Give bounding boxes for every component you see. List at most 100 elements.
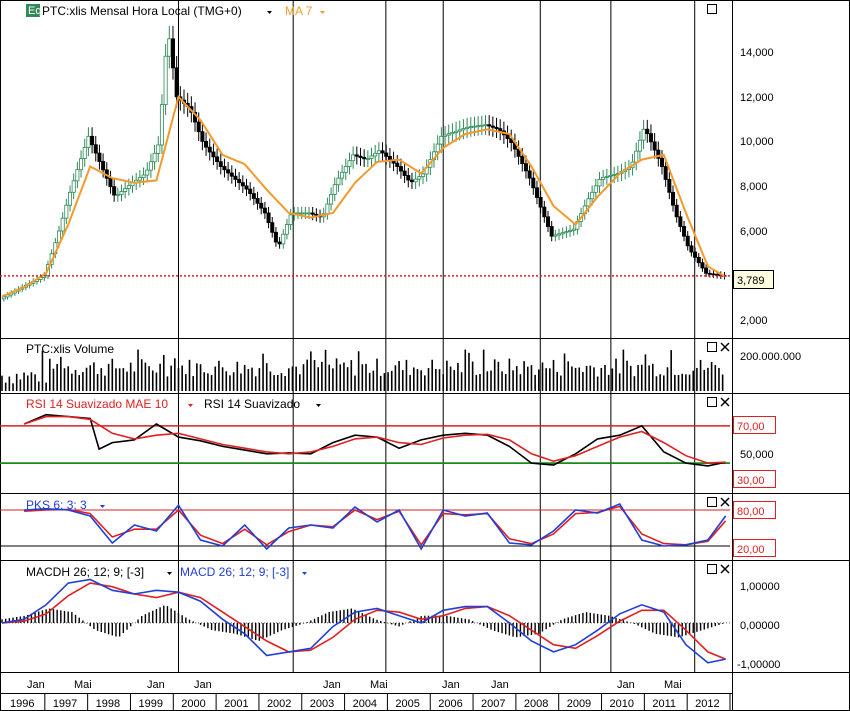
maximize-icon[interactable] [707,397,717,407]
macd-tick: -1,00000 [737,659,780,671]
pks-tick: 20,00 [737,544,765,556]
close-icon[interactable] [720,564,730,574]
candle-body [534,187,539,198]
candle-body [167,38,172,57]
dropdown-arrow-icon[interactable] [302,572,307,575]
candle-body [417,176,422,180]
candle-body [685,235,690,247]
month-label: Jan [442,679,460,691]
candle-body [75,169,80,182]
candle-body [560,232,565,235]
candle-body [457,129,462,132]
candle-body [332,184,337,195]
candle-body [674,204,679,218]
candle-body [439,135,444,145]
price-legend-text[interactable]: PTC:xlis Mensal Hora Local (TMG+0) [42,4,242,18]
macd-tick: 1,00000 [740,581,780,593]
candle-body [542,206,547,218]
dropdown-arrow-icon[interactable] [267,11,272,14]
candle-body [682,226,687,237]
month-label: Jan [491,679,509,691]
candle-body [597,179,602,187]
year-label: 2011 [652,698,676,710]
dropdown-arrow-icon[interactable] [188,404,193,407]
month-label: Mai [74,679,92,691]
reference-lines [0,425,730,624]
candle-body [398,166,403,172]
candle-body [211,151,216,158]
dropdown-arrow-icon[interactable] [316,404,321,407]
candle-body [347,160,352,167]
macd-legend[interactable]: MACDH 26; 12; 9; [-3] MACD 26; 12; 9; [-… [26,565,307,579]
candle-body [329,193,334,205]
candle-body [523,163,528,172]
candle-body [68,191,73,206]
candle-body [281,233,286,245]
ma-legend-text[interactable]: MA 7 [285,4,313,18]
candle-body [707,272,712,275]
candle-body [663,166,668,180]
candle-body [266,212,271,224]
candle-body [163,55,168,106]
macd-legend-text[interactable]: MACD 26; 12; 9; [-3] [180,565,289,579]
price-tick: 8,000 [740,181,768,193]
candle-body [354,154,359,157]
candle-body [465,126,470,129]
price-legend[interactable]: Eq PTC:xlis Mensal Hora Local (TMG+0) MA… [26,4,325,18]
dropdown-arrow-icon[interactable] [100,505,105,508]
rsi-mae-legend-text[interactable]: RSI 14 Suavizado MAE 10 [26,397,168,411]
maximize-icon[interactable] [707,4,717,14]
volume-legend: PTC:xlis Volume [26,342,114,356]
price-tick: 6,000 [740,226,768,238]
candle-body [215,156,220,163]
close-icon[interactable] [720,342,730,352]
dropdown-arrow-icon[interactable] [320,11,325,14]
candle-body [237,179,242,184]
close-icon[interactable] [720,397,730,407]
candle-body [612,174,617,176]
candle-body [174,67,179,98]
rsi-legend[interactable]: RSI 14 Suavizado MAE 10 RSI 14 Suavizado [26,397,321,411]
candle-body [277,241,282,245]
candle-body [310,212,315,215]
candle-body [273,231,278,243]
candle-body [86,135,91,148]
maximize-icon[interactable] [707,342,717,352]
dropdown-arrow-icon[interactable] [167,572,172,575]
rsi-legend-text[interactable]: RSI 14 Suavizado [204,397,300,411]
candle-body [571,228,576,231]
maximize-icon[interactable] [707,564,717,574]
candle-body [420,173,425,177]
price-tick: 12,000 [740,92,774,104]
year-label: 2012 [695,698,719,710]
macdh-legend-text[interactable]: MACDH 26; 12; 9; [-3] [26,565,144,579]
panel-controls[interactable] [707,4,730,574]
maximize-icon[interactable] [707,497,717,507]
candle-body [468,126,473,129]
candle-body [527,170,532,179]
pks-legend-text[interactable]: PKS 6; 3; 3 [26,498,87,512]
volume-tick: 200.000.000 [740,351,801,363]
candle-body [689,245,694,253]
candle-body [233,175,238,180]
candle-body [637,139,642,152]
candle-body [222,166,227,171]
candle-body [115,193,120,196]
candle-body [446,133,451,136]
candle-body [604,175,609,178]
candle-body [586,198,591,207]
candle-body [71,180,76,193]
candle-body [152,152,157,163]
candle-body [593,185,598,193]
candle-body [693,251,698,258]
close-icon[interactable] [720,497,730,507]
candle-body [218,161,223,167]
candle-body [82,147,87,159]
candle-body [251,193,256,199]
candle-body [376,150,381,154]
rsi-tick: 70,00 [737,421,765,433]
candle-body [307,212,312,215]
candle-body [634,150,639,163]
candle-body [645,128,650,135]
candle-body [270,222,275,233]
